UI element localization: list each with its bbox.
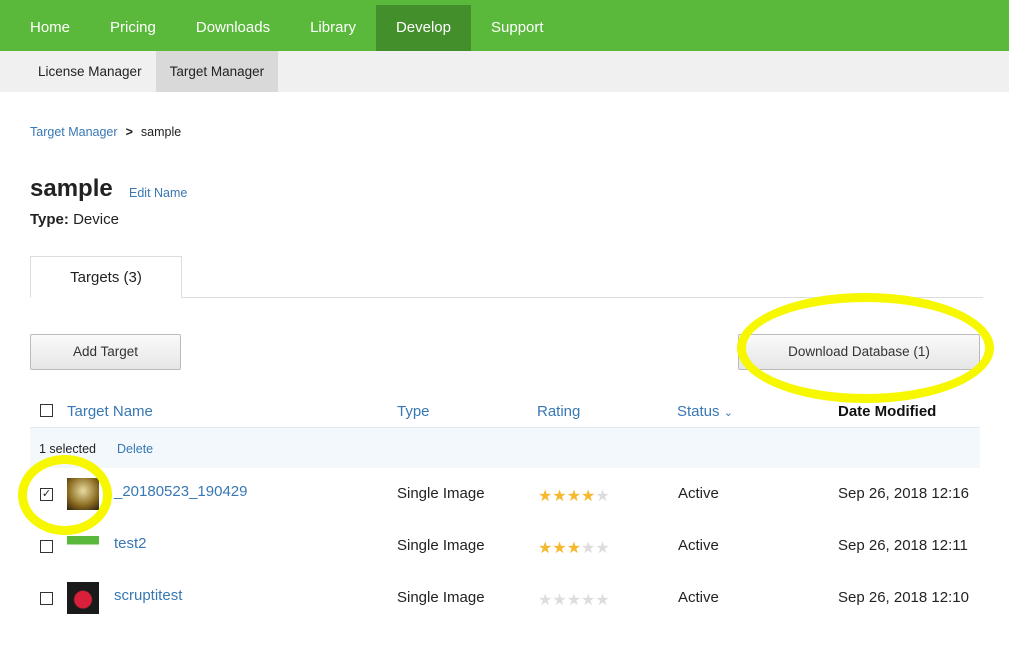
star-icon: ★ [538, 540, 553, 557]
nav-library[interactable]: Library [290, 5, 376, 51]
breadcrumb: Target Manager > sample [30, 125, 181, 139]
nav-support[interactable]: Support [471, 5, 564, 51]
table-row[interactable]: ✓ _20180523_190429 Single Image ★★★★★ Ac… [30, 468, 980, 520]
star-icon: ★ [566, 488, 582, 505]
col-target-name[interactable]: Target Name [67, 403, 153, 420]
star-icon: ★ [566, 592, 582, 609]
subnav-target-manager[interactable]: Target Manager [155, 51, 279, 92]
target-date: Sep 26, 2018 12:11 [838, 537, 968, 554]
star-icon: ★ [538, 488, 553, 505]
target-status: Active [678, 537, 719, 554]
target-name-link[interactable]: _20180523_190429 [114, 483, 247, 500]
rating-stars: ★★★★★ [538, 486, 610, 506]
nav-home[interactable]: Home [10, 5, 90, 51]
target-thumbnail[interactable] [67, 478, 99, 510]
table-row[interactable]: scruptitest Single Image ★★★★★ Active Se… [30, 572, 980, 624]
col-status[interactable]: Status ⌄ [677, 403, 733, 420]
add-target-button[interactable]: Add Target [30, 334, 181, 370]
nav-downloads[interactable]: Downloads [176, 5, 290, 51]
star-icon: ★ [581, 488, 596, 505]
database-type: Type: Device [30, 211, 119, 228]
target-type: Single Image [397, 589, 485, 606]
star-icon: ★ [552, 488, 567, 505]
nav-develop[interactable]: Develop [375, 5, 471, 51]
star-icon: ★ [595, 540, 610, 557]
chevron-right-icon: > [125, 125, 133, 139]
target-type: Single Image [397, 485, 485, 502]
target-status: Active [678, 589, 719, 606]
star-icon: ★ [538, 592, 553, 609]
selection-bar: 1 selected Delete [30, 428, 980, 468]
chevron-down-icon: ⌄ [723, 407, 733, 419]
top-nav: Home Pricing Downloads Library Develop S… [0, 0, 1009, 51]
target-date: Sep 26, 2018 12:10 [838, 589, 969, 606]
select-all-checkbox[interactable] [40, 404, 53, 417]
selected-count: 1 selected [39, 442, 96, 456]
delete-link[interactable]: Delete [117, 442, 153, 456]
star-icon: ★ [581, 540, 596, 557]
row-checkbox[interactable] [40, 540, 53, 553]
star-icon: ★ [581, 592, 596, 609]
target-thumbnail[interactable] [67, 530, 99, 562]
target-thumbnail[interactable] [67, 582, 99, 614]
edit-name-link[interactable]: Edit Name [129, 186, 187, 200]
target-status: Active [678, 485, 719, 502]
subnav-license-manager[interactable]: License Manager [24, 51, 156, 92]
star-icon: ★ [595, 592, 610, 609]
star-icon: ★ [595, 488, 610, 505]
target-name-link[interactable]: test2 [114, 535, 147, 552]
star-icon: ★ [566, 540, 582, 557]
target-type: Single Image [397, 537, 485, 554]
breadcrumb-parent[interactable]: Target Manager [30, 125, 118, 139]
status-label: Status [677, 403, 720, 420]
col-date-modified[interactable]: Date Modified [838, 403, 936, 420]
table-header: Target Name Type Rating Status ⌄ Date Mo… [30, 396, 980, 428]
tab-targets[interactable]: Targets (3) [30, 256, 182, 298]
star-icon: ★ [552, 592, 567, 609]
sub-nav: License Manager Target Manager [0, 51, 1009, 92]
star-icon: ★ [552, 540, 567, 557]
rating-stars: ★★★★★ [538, 538, 610, 558]
type-value: Device [73, 211, 119, 228]
nav-pricing[interactable]: Pricing [90, 5, 176, 51]
row-checkbox[interactable]: ✓ [40, 488, 53, 501]
target-name-link[interactable]: scruptitest [114, 587, 182, 604]
page-title: sample [30, 175, 113, 202]
breadcrumb-current: sample [140, 125, 182, 139]
type-label: Type: [30, 211, 69, 228]
target-date: Sep 26, 2018 12:16 [838, 485, 969, 502]
download-database-button[interactable]: Download Database (1) [738, 334, 980, 370]
col-rating[interactable]: Rating [537, 403, 580, 420]
rating-stars: ★★★★★ [538, 590, 610, 610]
col-type[interactable]: Type [397, 403, 430, 420]
table-row[interactable]: test2 Single Image ★★★★★ Active Sep 26, … [30, 520, 980, 572]
row-checkbox[interactable] [40, 592, 53, 605]
